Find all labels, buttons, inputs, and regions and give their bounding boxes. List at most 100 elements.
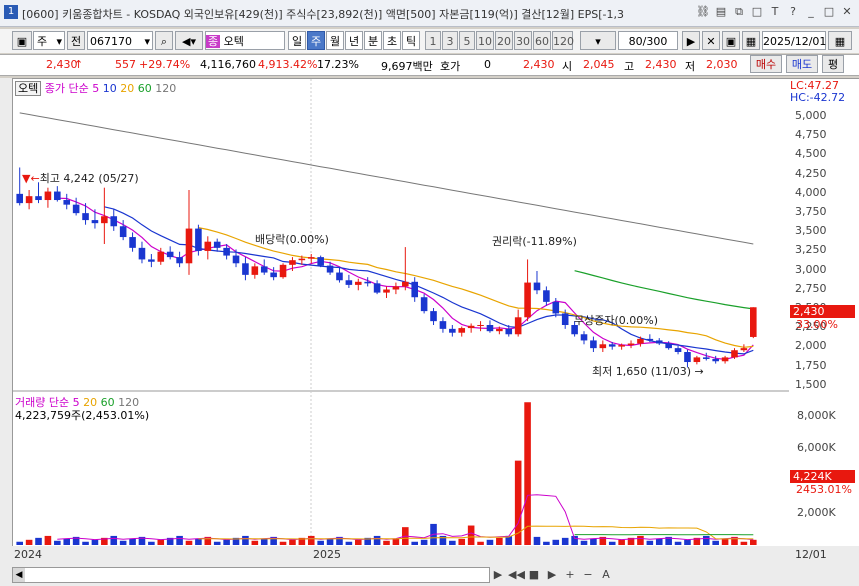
interval-button-1[interactable]: 3 <box>442 31 458 50</box>
search-icon[interactable]: ⌕ <box>155 31 173 50</box>
stock-name-field[interactable]: 종 오텍 <box>205 31 285 50</box>
chart-area[interactable] <box>12 78 791 548</box>
volume-bar <box>129 538 136 545</box>
prev-button[interactable]: 전 <box>67 31 85 50</box>
maximize-icon[interactable]: □ <box>821 4 837 20</box>
interval-button-0[interactable]: 1 <box>425 31 441 50</box>
low-arrow-icon: → <box>694 365 704 378</box>
period-tab-3[interactable]: 년 <box>345 31 363 50</box>
volume-bar <box>750 539 757 545</box>
high-label: 고 <box>624 60 635 73</box>
buy-button[interactable]: 매수 <box>750 55 782 73</box>
low-price: 2,030 <box>706 58 738 71</box>
zoom-out-icon[interactable]: − <box>580 567 596 583</box>
layout-icon[interactable]: ▤ <box>713 4 729 20</box>
interval-button-6[interactable]: 60 <box>533 31 551 50</box>
stock-name: 오텍 <box>223 35 244 48</box>
window-title: [0600] 키움종합차트 - KOSDAQ 외국인보유[429(천)] 주식수… <box>22 8 624 21</box>
rewind-icon[interactable]: ◀◀ <box>508 567 525 583</box>
candle-body <box>486 325 494 332</box>
sell-button[interactable]: 매도 <box>786 55 818 73</box>
play-icon[interactable]: ▶ <box>682 31 700 50</box>
text-icon[interactable]: T <box>767 4 783 20</box>
period-tab-6[interactable]: 틱 <box>402 31 420 50</box>
candle-body <box>402 281 409 287</box>
volume-bar <box>467 525 475 545</box>
volume-bar <box>317 540 324 545</box>
sound-icon[interactable]: ◀▾ <box>175 31 203 50</box>
candlestick-chart[interactable] <box>13 79 790 547</box>
play-icon[interactable]: ▶ <box>490 567 506 583</box>
candle-body <box>251 266 259 275</box>
candle-body <box>721 357 729 362</box>
save-icon[interactable]: ▣ <box>722 31 740 50</box>
candle-body <box>232 255 240 264</box>
minimize-icon[interactable]: _ <box>803 4 819 20</box>
current-price-pct: 33.00% <box>796 318 838 331</box>
hoga-label: 호가 <box>440 60 461 73</box>
interval-button-7[interactable]: 120 <box>552 31 574 50</box>
candle-body <box>750 307 757 337</box>
price-tick: 4,500 <box>795 147 827 161</box>
layout-toggle-icon[interactable]: ▣ <box>12 31 32 50</box>
price-change: 557 <box>115 58 136 71</box>
volume-bar <box>721 538 729 545</box>
interval-dropdown[interactable]: ▾ <box>580 31 616 50</box>
period-tab-1[interactable]: 주 <box>307 31 325 50</box>
scroll-left-icon[interactable]: ◀ <box>13 568 25 582</box>
copy-icon[interactable]: ⧉ <box>731 4 747 20</box>
volume-bar <box>63 538 71 545</box>
trade-amount: 9,697백만 <box>381 60 433 73</box>
x-label-date: 12/01 <box>795 548 827 561</box>
close-icon[interactable]: ✕ <box>839 4 855 20</box>
volume-bar <box>185 540 193 545</box>
scroll-track[interactable]: ◀ <box>12 567 490 583</box>
candle-body <box>599 344 607 349</box>
open-label: 시 <box>562 60 573 73</box>
link-icon[interactable]: ⛓ <box>695 4 711 20</box>
font-icon[interactable]: A <box>598 567 614 583</box>
candle-body <box>430 311 437 322</box>
calendar-icon[interactable]: ▦ <box>742 31 760 50</box>
zoom-icon[interactable]: ✕ <box>702 31 720 50</box>
help-icon[interactable]: ? <box>785 4 801 20</box>
candle-body <box>336 272 343 281</box>
stop-icon[interactable]: ■ <box>526 567 542 583</box>
pin-icon[interactable]: □ <box>749 4 765 20</box>
legend-ma-type: 종가 단순 <box>44 82 89 95</box>
volume-bar <box>119 540 127 545</box>
volume-bar <box>590 538 597 545</box>
interval-button-2[interactable]: 5 <box>459 31 475 50</box>
interval-button-5[interactable]: 30 <box>514 31 532 50</box>
eval-button[interactable]: 평 <box>822 55 844 73</box>
dividend-annotation: 배당락(0.00%) <box>255 233 329 246</box>
calendar-picker-icon[interactable]: ▦ <box>828 31 852 50</box>
period-menu[interactable]: 주 ▾ <box>33 31 65 50</box>
candle-body <box>345 280 353 285</box>
date-field[interactable]: 2025/12/01 <box>762 31 826 50</box>
candle-body <box>326 265 334 273</box>
interval-button-3[interactable]: 10 <box>476 31 494 50</box>
period-tab-0[interactable]: 일 <box>288 31 306 50</box>
candle-body <box>712 358 719 362</box>
candle-body <box>317 257 324 266</box>
candle-body <box>35 196 42 201</box>
volume-value: 4,116,760 <box>200 58 256 71</box>
period-tab-2[interactable]: 월 <box>326 31 344 50</box>
candle-body <box>138 247 146 260</box>
volume-bar <box>561 537 569 545</box>
candle-body <box>44 191 52 201</box>
stock-code-input[interactable]: 067170 ▾ <box>87 31 153 50</box>
interval-button-4[interactable]: 20 <box>495 31 513 50</box>
count-field[interactable]: 80/300 <box>618 31 678 50</box>
period-tab-4[interactable]: 분 <box>364 31 382 50</box>
candle-body <box>307 257 315 259</box>
zoom-in-icon[interactable]: + <box>562 567 578 583</box>
candle-body <box>129 237 136 248</box>
volume-bar <box>740 541 748 545</box>
volume-bar <box>580 540 588 545</box>
candle-body <box>467 325 475 329</box>
candle-body <box>655 340 663 344</box>
period-tab-5[interactable]: 초 <box>383 31 401 50</box>
forward-icon[interactable]: ▶ <box>544 567 560 583</box>
